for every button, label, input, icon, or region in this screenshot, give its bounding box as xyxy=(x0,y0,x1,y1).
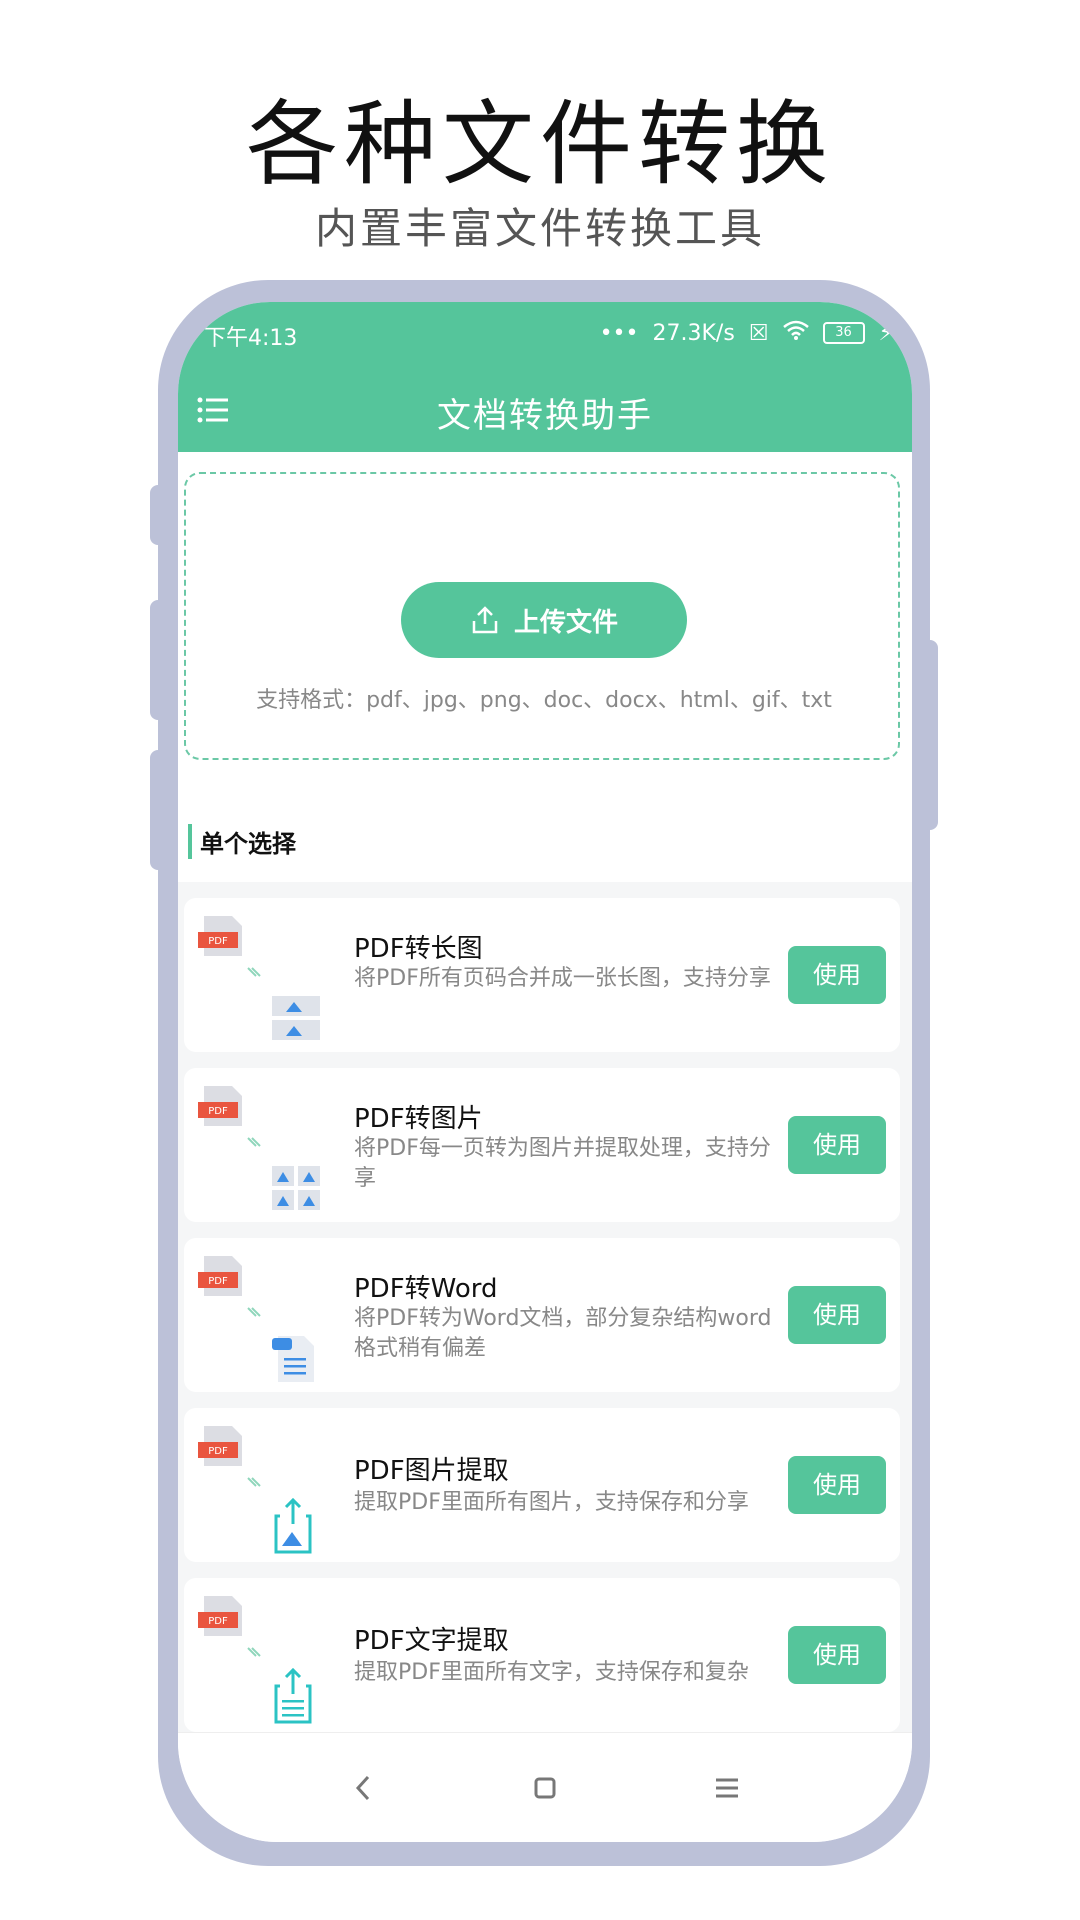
system-nav-bar xyxy=(178,1732,912,1842)
upload-button-label: 上传文件 xyxy=(513,607,618,638)
tool-card-to-word[interactable]: PDF PDF转Word 将PDF转为Word文档，部分复杂结构word格式稍有… xyxy=(184,1238,900,1392)
tool-title: PDF文字提取 xyxy=(354,1626,509,1656)
pdf-badge: PDF xyxy=(208,936,228,947)
more-dots-icon: ••• xyxy=(599,320,639,346)
phone-side-button xyxy=(150,600,166,720)
use-button[interactable]: 使用 xyxy=(788,1456,886,1514)
upload-file-button[interactable]: 上传文件 xyxy=(401,582,687,658)
tool-card-extract-text[interactable]: PDF PDF文字提取 提取PDF里面所有文字，支持保存和复杂 使用 xyxy=(184,1578,900,1732)
tool-card-to-image[interactable]: PDF PDF转图片 将PDF每一页转为图片并提取处理，支持分享 使用 xyxy=(184,1068,900,1222)
network-speed: 27.3K/s xyxy=(652,320,735,346)
back-icon[interactable] xyxy=(338,1763,388,1813)
tool-description: 将PDF每一页转为图片并提取处理，支持分享 xyxy=(354,1136,771,1191)
app-bar: 下午4:13 ••• 27.3K/s ☒ 36 ⚡ 文档转换助手 xyxy=(178,302,912,452)
wifi-icon xyxy=(782,320,809,346)
promo-headline: 各种文件转换 xyxy=(245,91,834,198)
pdf-badge: PDF xyxy=(208,1616,228,1627)
upload-icon xyxy=(472,606,498,634)
extract-image-icon: PDF xyxy=(198,1426,312,1554)
section-title: 单个选择 xyxy=(188,824,296,859)
long-image-icon: PDF xyxy=(198,916,320,1040)
tool-card-long-image[interactable]: PDF PDF转长图 将PDF所有页码合并成一张长图，支持分享 使用 xyxy=(184,898,900,1052)
tool-card-extract-image[interactable]: PDF PDF图片提取 提取PDF里面所有图片，支持保存和分享 使用 xyxy=(184,1408,900,1562)
use-button[interactable]: 使用 xyxy=(788,946,886,1004)
phone-side-button xyxy=(150,750,166,870)
use-button[interactable]: 使用 xyxy=(788,1116,886,1174)
sim-icon: ☒ xyxy=(748,320,769,346)
status-bar: 下午4:13 ••• 27.3K/s ☒ 36 ⚡ xyxy=(178,316,912,356)
tool-title: PDF图片提取 xyxy=(354,1456,509,1486)
supported-formats: 支持格式：pdf、jpg、png、doc、docx、html、gif、txt xyxy=(256,688,832,713)
phone-power-button xyxy=(922,640,938,830)
upload-drop-zone[interactable]: 上传文件 支持格式：pdf、jpg、png、doc、docx、html、gif、… xyxy=(184,472,900,760)
tool-title: PDF转Word xyxy=(354,1274,498,1304)
tool-title: PDF转长图 xyxy=(354,934,483,964)
image-grid-icon: PDF xyxy=(198,1086,320,1210)
use-button[interactable]: 使用 xyxy=(788,1626,886,1684)
promo-subline: 内置丰富文件转换工具 xyxy=(314,204,765,253)
tool-description: 将PDF所有页码合并成一张长图，支持分享 xyxy=(354,966,771,991)
tool-list: PDF PDF转长图 将PDF所有页码合并成一张长图，支持分享 使用 PDF P… xyxy=(178,882,912,1732)
pdf-badge: PDF xyxy=(208,1106,228,1117)
phone-side-button xyxy=(150,485,166,545)
tool-description: 提取PDF里面所有图片，支持保存和分享 xyxy=(354,1490,749,1515)
tool-description: 将PDF转为Word文档，部分复杂结构word格式稍有偏差 xyxy=(354,1306,772,1361)
phone-screen: 下午4:13 ••• 27.3K/s ☒ 36 ⚡ 文档转换助手 上传文件 支持… xyxy=(178,302,912,1842)
word-doc-icon: PDF xyxy=(198,1256,314,1382)
status-time: 下午4:13 xyxy=(204,326,298,351)
pdf-badge: PDF xyxy=(208,1446,228,1457)
tool-title: PDF转图片 xyxy=(354,1104,483,1134)
recents-icon[interactable] xyxy=(702,1763,752,1813)
tool-description: 提取PDF里面所有文字，支持保存和复杂 xyxy=(354,1660,749,1685)
home-icon[interactable] xyxy=(520,1763,570,1813)
extract-text-icon: PDF xyxy=(198,1596,312,1724)
pdf-badge: PDF xyxy=(208,1276,228,1287)
page-title: 文档转换助手 xyxy=(437,396,653,436)
charging-icon: ⚡ xyxy=(878,320,894,346)
battery-icon: 36 xyxy=(822,322,865,344)
use-button[interactable]: 使用 xyxy=(788,1286,886,1344)
